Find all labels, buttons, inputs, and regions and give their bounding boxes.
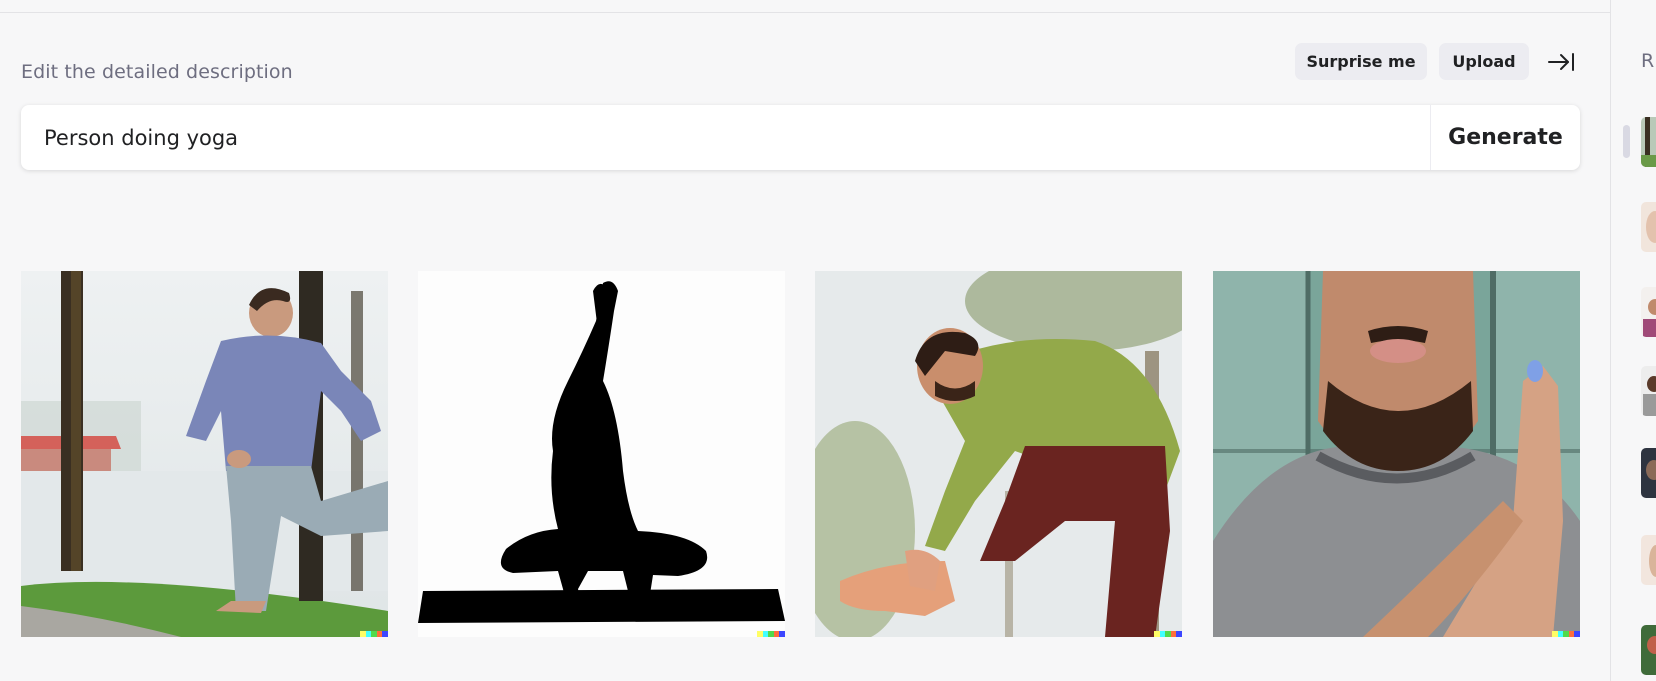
yoga-photo-outdoor-stretch [21,271,388,637]
history-thumbnail-image [1641,202,1656,252]
prompt-box: Generate [21,105,1580,172]
yoga-photo-closeup-hands [1213,271,1580,637]
history-thumbnail[interactable] [1641,287,1656,337]
yoga-silhouette-illustration [418,271,785,637]
edit-description-label: Edit the detailed description [21,61,293,83]
app-window: Edit the detailed description Surprise m… [0,0,1656,681]
history-thumbnail[interactable] [1641,535,1656,585]
history-thumbnail-image [1641,625,1656,675]
history-thumbnail-image [1641,287,1656,337]
history-thumbnail-image [1641,448,1656,498]
sidebar-heading: R [1641,50,1655,72]
signature-mark [360,631,388,637]
upload-button[interactable]: Upload [1439,43,1529,80]
history-sidebar: R [1610,0,1656,681]
history-thumbnail-image [1641,366,1656,416]
history-thumbnail[interactable] [1641,366,1656,416]
arrow-right-to-bar-icon [1548,53,1574,71]
collapse-panel-button[interactable] [1546,50,1576,74]
history-thumbnail[interactable] [1641,448,1656,498]
surprise-me-button[interactable]: Surprise me [1295,43,1427,80]
result-image-2[interactable] [418,271,785,637]
signature-mark [1552,631,1580,637]
sidebar-scrollbar[interactable] [1623,125,1630,158]
signature-mark [1154,631,1182,637]
yoga-photo-green-shirt [815,271,1182,637]
history-thumbnail-image [1641,535,1656,585]
signature-mark [757,631,785,637]
prompt-input[interactable] [42,105,1426,172]
history-thumbnail-image [1641,117,1656,167]
history-thumbnail[interactable] [1641,625,1656,675]
result-image-4[interactable] [1213,271,1580,637]
generate-button[interactable]: Generate [1431,105,1580,170]
result-image-1[interactable] [21,271,388,637]
result-image-3[interactable] [815,271,1182,637]
history-thumbnail[interactable] [1641,202,1656,252]
history-thumbnail[interactable] [1641,117,1656,167]
main-panel: Edit the detailed description Surprise m… [0,13,1610,681]
